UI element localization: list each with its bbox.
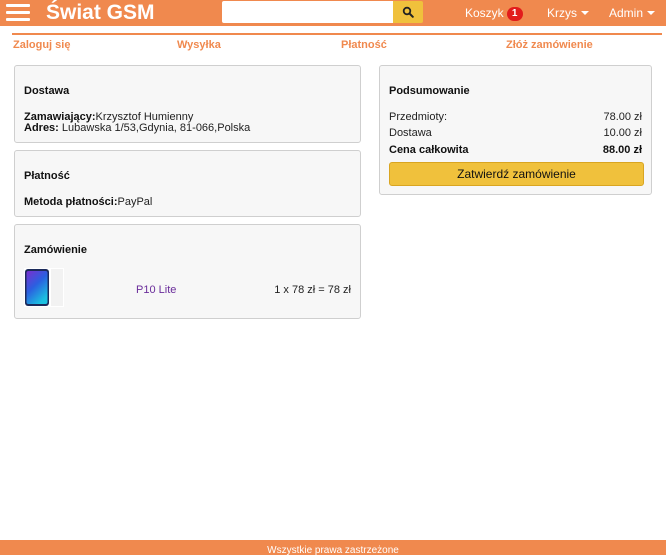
step-shipping[interactable]: Wysyłka — [177, 39, 221, 51]
payment-title: Płatność — [24, 170, 70, 182]
summary-title: Podsumowanie — [389, 85, 470, 97]
shipping-card: Dostawa Zamawiający:Krzysztof Humienny A… — [14, 65, 361, 143]
chevron-down-icon — [647, 11, 656, 15]
cart-label: Koszyk — [465, 6, 504, 20]
summary-shipping-value: 10.00 zł — [603, 127, 642, 139]
summary-shipping-label: Dostawa — [389, 127, 432, 139]
search-input[interactable] — [222, 1, 393, 23]
phone-icon — [25, 269, 63, 306]
user-menu[interactable]: Krzys — [547, 0, 589, 26]
address-label: Adres: — [24, 122, 59, 134]
footer: Wszystkie prawa zastrzeżone — [0, 540, 666, 555]
summary-items-row: Przedmioty: 78.00 zł — [389, 111, 642, 123]
payment-method-line: Metoda płatności:PayPal — [24, 197, 152, 208]
summary-total-value: 88.00 zł — [602, 144, 642, 156]
order-card: Zamówienie P10 Lite 1 x 78 zł = 78 zł — [14, 224, 361, 319]
payment-card: Płatność Metoda płatności:PayPal — [14, 150, 361, 217]
search-icon — [402, 6, 414, 18]
payment-method-value: PayPal — [117, 196, 153, 208]
checkout-steps-divider — [12, 33, 662, 35]
summary-total-row: Cena całkowita 88.00 zł — [389, 144, 642, 156]
address-line: Adres: Lubawska 1/53,Gdynia, 81-066,Pols… — [24, 123, 250, 134]
step-payment[interactable]: Płatność — [341, 39, 387, 51]
order-title: Zamówienie — [24, 244, 87, 256]
confirm-order-button[interactable]: Zatwierdź zamówienie — [389, 162, 644, 186]
cart-count-badge: 1 — [506, 7, 523, 21]
summary-items-label: Przedmioty: — [389, 111, 448, 123]
step-login[interactable]: Zaloguj się — [13, 39, 70, 51]
search-button[interactable] — [393, 1, 423, 23]
admin-menu[interactable]: Admin — [609, 0, 656, 26]
product-link[interactable]: P10 Lite — [136, 284, 176, 296]
brand-logo[interactable]: Świat GSM — [46, 0, 155, 26]
product-image[interactable] — [24, 268, 64, 307]
summary-card: Podsumowanie Przedmioty: 78.00 zł Dostaw… — [379, 65, 652, 195]
step-place-order[interactable]: Złóż zamówienie — [506, 39, 593, 51]
navbar: Świat GSM Koszyk 1 Krzys Admin — [0, 0, 666, 26]
summary-items-value: 78.00 zł — [603, 111, 642, 123]
cart-link[interactable]: Koszyk 1 — [465, 0, 523, 26]
user-menu-label: Krzys — [547, 6, 577, 20]
product-line-total: 1 x 78 zł = 78 zł — [274, 284, 351, 296]
shipping-title: Dostawa — [24, 85, 70, 97]
admin-menu-label: Admin — [609, 6, 644, 20]
menu-icon[interactable] — [6, 4, 30, 22]
chevron-down-icon — [581, 11, 589, 15]
payment-method-label: Metoda płatności: — [24, 196, 118, 208]
summary-total-label: Cena całkowita — [389, 144, 469, 156]
summary-shipping-row: Dostawa 10.00 zł — [389, 127, 642, 139]
address-value: Lubawska 1/53,Gdynia, 81-066,Polska — [58, 122, 251, 134]
